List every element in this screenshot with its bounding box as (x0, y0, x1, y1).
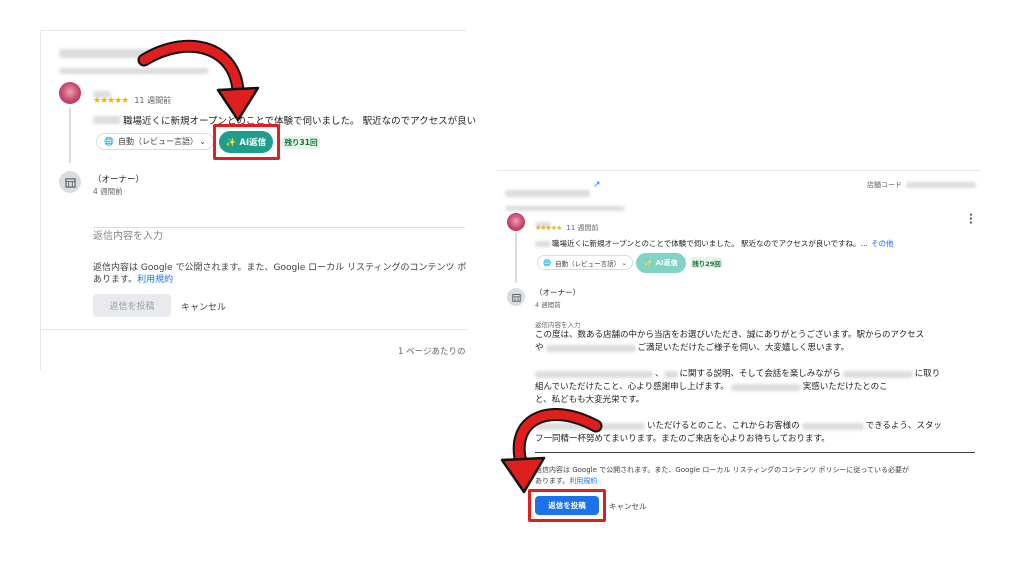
review-text-row: 職場近くに新規オープンとのことで体験で伺いました。 駅近なのでアクセスが良いです… (535, 238, 894, 249)
reply-line: 組んでいただけたこと、心より感謝申し上げます。 実感いただけたとのこ (535, 382, 888, 392)
owner-avatar (507, 288, 525, 306)
owner-time: 4 週間前 (93, 187, 123, 196)
review-time: 11 週間前 (566, 224, 599, 232)
language-select[interactable]: 🌐 自動（レビュー言語） ⌄ (537, 255, 633, 270)
external-link-icon[interactable]: ↗ (593, 180, 601, 190)
cancel-button[interactable]: キャンセル (181, 300, 226, 313)
thread-line (515, 233, 517, 283)
address-redacted (505, 196, 625, 215)
reply-input[interactable]: 返信内容を入力 (93, 227, 163, 242)
store-icon (64, 177, 76, 188)
redacted-text (93, 116, 121, 124)
owner-label: （オーナー） (535, 288, 580, 297)
reply-line: と、私どもも大変光栄です。 (535, 395, 645, 405)
review-text: 職場近くに新規オープンとのことで体験で伺いました。 駅近なのでアクセスが良いです… (552, 239, 869, 248)
publish-notice-line2: あります。利用規約 (93, 272, 173, 285)
notice-text: あります。 (93, 275, 138, 285)
cancel-button[interactable]: キャンセル (609, 501, 647, 512)
review-meta: ★★★★★ 11 週間前 (535, 223, 599, 233)
store-icon (511, 293, 521, 302)
more-options-icon[interactable]: · · · (969, 211, 973, 229)
terms-link[interactable]: 利用規約 (137, 275, 173, 285)
language-select[interactable]: 🌐 自動（レビュー言語） ⌄ (96, 133, 214, 150)
reply-input-label: 返信内容を入力 (535, 321, 581, 329)
annotation-arrow-bottom (500, 408, 603, 494)
reply-line: や ご満足いただけたご様子を伺い、大変嬉しく思います。 (535, 343, 850, 353)
globe-icon: 🌐 (104, 137, 114, 146)
post-reply-button-disabled[interactable]: 返信を投稿 (93, 294, 171, 317)
owner-avatar (59, 171, 81, 193)
rating-stars: ★★★★★ (93, 95, 129, 106)
owner-label: （オーナー） (93, 175, 145, 185)
store-code-label: 店舗コード (867, 181, 902, 189)
chevron-down-icon: ⌄ (199, 137, 206, 146)
highlight-box-ai (213, 124, 280, 160)
annotation-arrow-top (137, 39, 260, 122)
reviewer-avatar (507, 213, 525, 231)
language-select-value: 自動（レビュー言語） (555, 259, 621, 268)
thread-line (69, 107, 71, 163)
store-code: 店舗コード (867, 180, 976, 190)
reply-line: この度は、数ある店舗の中から当店をお選びいただき、誠にありがとうございます。駅か… (535, 330, 925, 340)
owner-time: 4 週間前 (535, 301, 561, 309)
globe-icon: 🌐 (543, 258, 552, 267)
reviewer-avatar (59, 82, 81, 104)
remaining-count-badge: 残り31回 (282, 136, 320, 149)
pagination-label: 1 ページあたりの (398, 347, 466, 357)
rating-stars: ★★★★★ (535, 224, 562, 232)
remaining-count-badge: 残り29回 (690, 257, 723, 268)
language-select-value: 自動（レビュー言語） (117, 137, 198, 146)
reply-line: 、 に関する説明、そして会話を楽しみながら に取り (535, 368, 975, 381)
more-link[interactable]: その他 (871, 238, 894, 249)
chevron-down-icon: ⌄ (621, 258, 627, 267)
ai-reply-button[interactable]: ✨ AI返信 (636, 253, 686, 273)
